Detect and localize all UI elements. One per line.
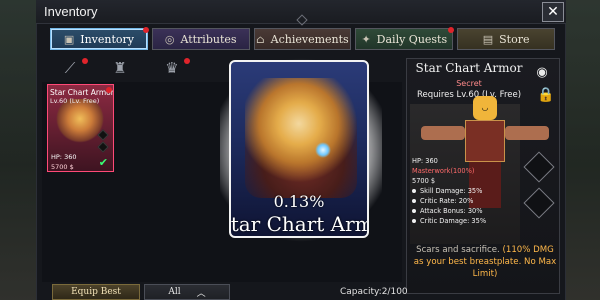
quest-icon: ✦ <box>361 32 371 46</box>
sword-icon: ⟋ <box>64 59 76 77</box>
stat-line: Critic Damage: 35% <box>412 216 522 226</box>
stat-text: Skill Damage: 35% <box>420 187 483 195</box>
description-text: Scars and sacrifice. <box>416 245 500 255</box>
chest-icon: ▤ <box>482 32 494 46</box>
temple-icon: ⌂ <box>256 32 265 46</box>
filter-helmets[interactable]: ♜ <box>110 58 130 78</box>
filter-weapons[interactable]: ⟋ <box>60 58 80 78</box>
tab-label: Daily Quests <box>376 32 448 46</box>
stat-text: Critic Rate: 20% <box>420 197 474 205</box>
bag-icon: ▣ <box>63 32 75 46</box>
tab-store[interactable]: ▤ Store <box>457 28 555 50</box>
equip-best-label: Equip Best <box>71 287 121 297</box>
avatar-arm <box>421 126 465 140</box>
tab-inventory[interactable]: ▣ Inventory <box>50 27 149 50</box>
lock-icon[interactable]: 🔒 <box>537 87 554 103</box>
item-thumbnail <box>56 99 104 143</box>
tab-bar: ▣ Inventory ◎ Attributes ⌂ Achievements … <box>50 27 555 50</box>
bullet-icon <box>412 189 416 193</box>
item-name: Star Chart Armor <box>50 88 114 97</box>
bullet-icon <box>412 219 416 223</box>
drop-chance: 0.13% <box>273 192 325 211</box>
filter-all-dropdown[interactable]: All ︿ <box>144 284 230 300</box>
tab-attributes[interactable]: ◎ Attributes <box>151 28 250 50</box>
inventory-item-card[interactable]: Star Chart Armor Lv.60 (Lv. Free) HP: 36… <box>47 84 114 172</box>
item-price: 5700 $ <box>51 163 74 171</box>
details-rarity: Secret <box>456 79 482 88</box>
stat-line: Skill Damage: 35% <box>412 186 522 196</box>
stat-line: Attack Bonus: 30% <box>412 206 522 216</box>
avatar-arm <box>505 126 549 140</box>
item-preview-art <box>245 78 357 198</box>
bullet-icon <box>412 209 416 213</box>
tab-label: Achievements <box>270 32 349 46</box>
equip-best-button[interactable]: Equip Best <box>52 284 140 300</box>
swirl-icon: ◎ <box>164 32 175 46</box>
notification-dot <box>448 27 455 33</box>
preview-item-name: Star Chart Armor <box>230 212 367 236</box>
filter-armor[interactable]: ♛ <box>162 58 182 78</box>
eye-icon[interactable]: ◉ <box>533 66 551 79</box>
tab-label: Attributes <box>180 32 237 46</box>
item-description: Scars and sacrifice. (110% DMG as your b… <box>412 244 558 280</box>
avatar-face-icon: ◡ <box>481 103 489 112</box>
filter-all-label: All <box>168 287 181 297</box>
item-hp: HP: 360 <box>51 153 77 161</box>
item-level-requirement: Lv.60 (Lv. Free) <box>50 97 100 105</box>
stat-line: Critic Rate: 20% <box>412 196 522 206</box>
notification-dot <box>82 58 88 64</box>
notification-dot <box>106 87 112 93</box>
item-stats: HP: 360 Masterwork(100%) 5700 $ Skill Da… <box>412 156 522 226</box>
notification-dot <box>142 27 149 33</box>
armor-icon: ♛ <box>165 59 179 77</box>
helmet-icon: ♜ <box>113 59 127 77</box>
stat-text: Attack Bonus: 30% <box>420 207 483 215</box>
window-title: Inventory <box>44 4 98 19</box>
equipped-check-icon: ✔ <box>98 156 108 169</box>
gem-slot <box>97 141 109 153</box>
background-scene-right <box>560 0 600 300</box>
title-ornament <box>296 14 308 26</box>
tab-label: Inventory <box>80 32 134 46</box>
star-glow <box>315 142 331 158</box>
close-button[interactable]: ✕ <box>542 2 564 22</box>
details-item-name: Star Chart Armor <box>415 61 523 75</box>
stat-masterwork: Masterwork(100%) <box>412 167 475 175</box>
notification-dot <box>184 58 190 64</box>
bullet-icon <box>412 199 416 203</box>
bottom-bar: Equip Best All ︿ Capacity:2/100 <box>42 282 560 300</box>
close-icon: ✕ <box>547 4 559 20</box>
tab-achievements[interactable]: ⌂ Achievements <box>253 28 352 50</box>
stat-hp: HP: 360 <box>412 157 438 165</box>
stat-price: 5700 $ <box>412 177 436 185</box>
tab-daily-quests[interactable]: ✦ Daily Quests <box>355 27 455 50</box>
stat-text: Critic Damage: 35% <box>420 217 487 225</box>
tab-label: Store <box>499 32 530 46</box>
item-preview-card: 0.13% Star Chart Armor <box>229 60 369 238</box>
titlebar: Inventory ✕ <box>36 0 566 26</box>
capacity-indicator: Capacity:2/100 <box>340 287 408 297</box>
chevron-up-icon: ︿ <box>196 288 206 299</box>
